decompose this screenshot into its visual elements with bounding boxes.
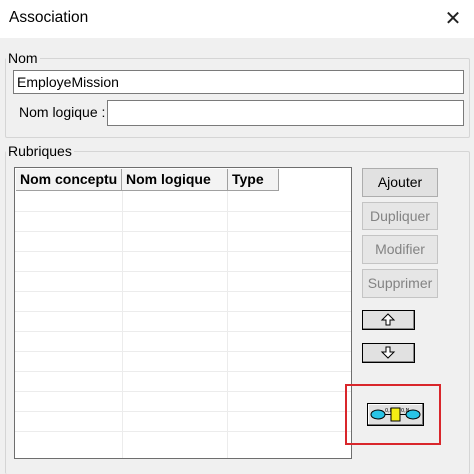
grid-row-divider — [15, 351, 351, 352]
logical-name-field[interactable] — [107, 100, 464, 126]
nom-group-legend: Nom — [8, 50, 38, 66]
delete-button[interactable]: Supprimer — [362, 269, 438, 298]
grid-row-divider — [15, 371, 351, 372]
grid-row-divider — [15, 291, 351, 292]
grid-row-divider — [15, 231, 351, 232]
grid-row-divider — [15, 311, 351, 312]
column-header-logical[interactable]: Nom logique — [122, 169, 228, 191]
association-icon: 0,N 0,N — [370, 407, 421, 422]
svg-text:0,N: 0,N — [401, 408, 410, 414]
grid-row-divider — [15, 251, 351, 252]
move-down-button[interactable] — [362, 343, 415, 363]
add-button[interactable]: Ajouter — [362, 168, 438, 197]
arrow-down-icon — [380, 346, 396, 359]
grid-row-divider — [15, 391, 351, 392]
window-title: Association — [9, 9, 89, 26]
grid-row-divider — [15, 411, 351, 412]
move-up-button[interactable] — [362, 310, 415, 330]
association-button[interactable]: 0,N 0,N — [367, 403, 424, 426]
title-bar: Association ✕ — [0, 0, 474, 38]
grid-row-divider — [15, 271, 351, 272]
grid-row-divider — [15, 331, 351, 332]
rubriques-group-legend: Rubriques — [8, 143, 72, 159]
grid-row-divider — [15, 431, 351, 432]
column-header-conceptual[interactable]: Nom conceptu — [16, 169, 122, 191]
arrow-up-icon — [380, 313, 396, 326]
column-header-type[interactable]: Type — [228, 169, 279, 191]
rubriques-table[interactable]: Nom conceptu Nom logique Type — [14, 167, 352, 459]
grid-row-divider — [15, 211, 351, 212]
logical-name-label: Nom logique : — [19, 104, 106, 120]
name-field[interactable]: EmployeMission — [13, 70, 464, 94]
close-icon[interactable]: ✕ — [438, 6, 468, 32]
duplicate-button[interactable]: Dupliquer — [362, 202, 438, 230]
modify-button[interactable]: Modifier — [362, 235, 438, 264]
